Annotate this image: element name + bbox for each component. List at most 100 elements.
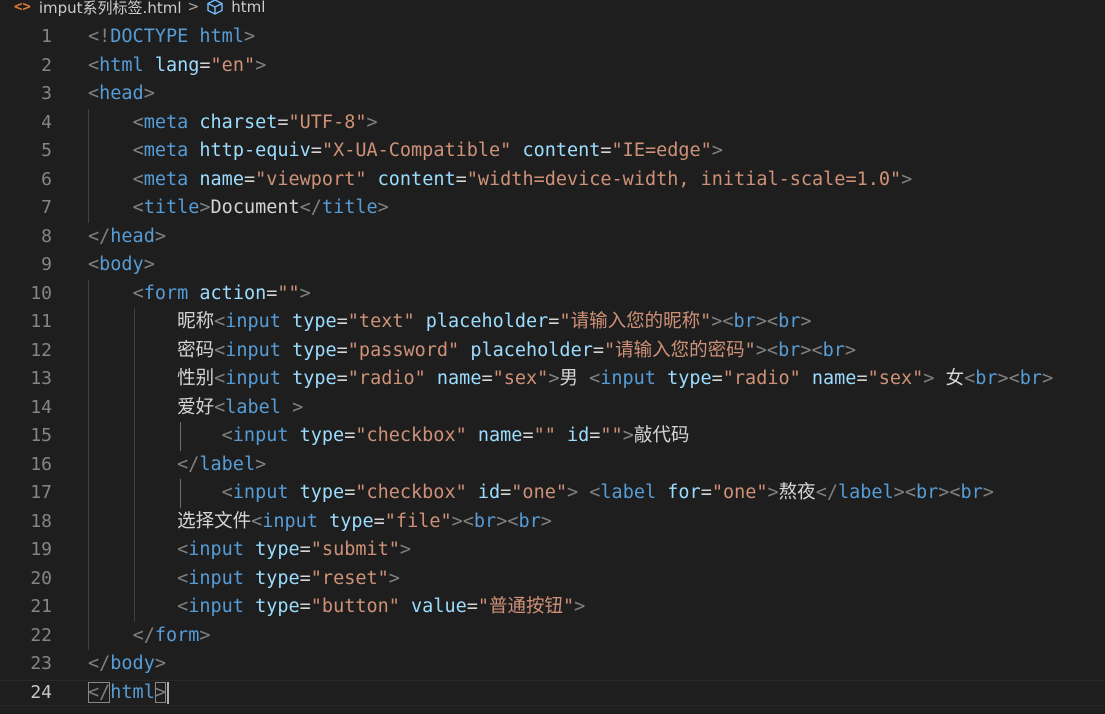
tag-bracket: < bbox=[177, 567, 189, 589]
tag-name: input bbox=[188, 539, 244, 560]
code-line[interactable]: </form> bbox=[88, 622, 1105, 651]
tag-name: label bbox=[837, 482, 894, 503]
code-line[interactable]: <input type="button" value="普通按钮"> bbox=[88, 593, 1105, 622]
tag-name: br bbox=[518, 510, 541, 532]
line-number: 14 bbox=[30, 396, 52, 418]
tag-name: input bbox=[225, 368, 281, 389]
code-line[interactable]: 密码<input type="password" placeholder="请输… bbox=[88, 337, 1105, 366]
code-line[interactable]: 选择文件<input type="file"><br><br> bbox=[88, 508, 1105, 537]
attribute-name: type bbox=[292, 339, 337, 361]
code-line[interactable]: <title>Document</title> bbox=[88, 194, 1105, 223]
attribute-name: action bbox=[199, 282, 267, 304]
code-line[interactable]: <input type="checkbox" id="one"> <label … bbox=[88, 479, 1105, 508]
code-line[interactable]: <input type="submit"> bbox=[88, 536, 1105, 565]
tag-bracket: > bbox=[567, 482, 579, 503]
code-line[interactable]: <body> bbox=[88, 251, 1105, 280]
code-text: 昵称 bbox=[88, 311, 215, 332]
code-text: 男 bbox=[559, 368, 590, 389]
code-line[interactable]: <input type="reset"> bbox=[88, 565, 1105, 594]
code-text: 熬夜 bbox=[778, 482, 816, 503]
tag-name: title bbox=[321, 197, 378, 218]
equals-sign: = bbox=[522, 425, 534, 446]
attribute-value: "radio" bbox=[722, 368, 801, 389]
attribute-name: type bbox=[255, 596, 300, 617]
tag-name: input bbox=[262, 510, 318, 532]
tag-bracket: > bbox=[243, 26, 256, 47]
code-text: Document bbox=[210, 197, 300, 218]
tag-bracket: </ bbox=[88, 653, 111, 674]
tag-bracket: < bbox=[221, 425, 233, 446]
code-area[interactable]: <!DOCTYPE html> <html lang="en"> <head> <m… bbox=[0, 23, 1105, 708]
code-line[interactable]: <!DOCTYPE html> bbox=[88, 23, 1105, 52]
code-line[interactable]: </label> bbox=[88, 451, 1105, 480]
tag-bracket: > bbox=[938, 482, 950, 503]
tag-bracket: </ bbox=[88, 225, 111, 247]
code-line[interactable]: <html lang="en"> bbox=[88, 52, 1105, 81]
tag-bracket: > bbox=[143, 83, 155, 104]
code-line[interactable]: <input type="checkbox" name="" id="">敲代码 bbox=[88, 422, 1105, 451]
tag-bracket: > bbox=[767, 482, 779, 503]
tag-bracket: < bbox=[88, 83, 100, 104]
equals-sign: = bbox=[455, 168, 467, 190]
code-line[interactable]: 性别<input type="radio" name="sex">男 <inpu… bbox=[88, 365, 1105, 394]
code-line[interactable]: 昵称<input type="text" placeholder="请输入您的昵… bbox=[88, 308, 1105, 337]
tag-bracket: < bbox=[221, 482, 233, 503]
attribute-value: "请输入您的昵称" bbox=[559, 311, 712, 332]
code-line[interactable]: <head> bbox=[88, 80, 1105, 109]
line-number: 4 bbox=[41, 111, 52, 133]
attribute-value: "en" bbox=[210, 54, 256, 76]
cube-symbol-icon bbox=[205, 0, 225, 15]
line-number: 12 bbox=[30, 339, 52, 361]
code-line[interactable]: <meta charset="UTF-8"> bbox=[88, 109, 1105, 138]
tag-name: br bbox=[975, 368, 998, 389]
attribute-value: "checkbox" bbox=[355, 425, 467, 446]
attribute-name: name bbox=[436, 368, 482, 389]
code-line[interactable]: </head> bbox=[88, 223, 1105, 252]
tag-bracket: > bbox=[154, 225, 166, 247]
tag-name: label bbox=[600, 482, 657, 503]
attribute-value: "sex" bbox=[492, 368, 549, 389]
line-number: 17 bbox=[30, 482, 52, 503]
code-line[interactable]: <form action=""> bbox=[88, 280, 1105, 309]
code-editor[interactable]: <> imput系列标签.html > html 1 2 3 4 5 6 7 8 9 10 11 12… bbox=[0, 0, 1105, 714]
attribute-name: type bbox=[292, 368, 337, 389]
attribute-value: "viewport" bbox=[255, 168, 367, 190]
code-text: 性别 bbox=[88, 368, 215, 389]
attribute-value: "file" bbox=[384, 510, 452, 532]
tag-name: input bbox=[600, 368, 656, 389]
code-line[interactable]: <meta name="viewport" content="width=dev… bbox=[88, 166, 1105, 195]
tag-bracket: < bbox=[132, 282, 144, 304]
code-text: 爱好 bbox=[88, 396, 215, 418]
breadcrumb-file[interactable]: imput系列标签.html bbox=[39, 0, 182, 18]
line-number: 6 bbox=[41, 168, 52, 190]
attribute-value: "IE=edge" bbox=[611, 140, 712, 161]
tag-bracket: < bbox=[132, 197, 144, 218]
code-line[interactable]: </html> bbox=[0, 679, 1105, 708]
line-number: 22 bbox=[30, 624, 52, 646]
tag-bracket: > bbox=[1042, 368, 1054, 389]
code-line[interactable]: 爱好<label > bbox=[88, 394, 1105, 423]
line-number: 18 bbox=[30, 510, 52, 532]
attribute-value: "X-UA-Compatible" bbox=[321, 140, 512, 161]
code-line[interactable]: </body> bbox=[88, 650, 1105, 679]
breadcrumb-symbol[interactable]: html bbox=[231, 0, 265, 16]
code-line[interactable]: <meta http-equiv="X-UA-Compatible" conte… bbox=[88, 137, 1105, 166]
tag-name: label bbox=[199, 453, 256, 475]
line-number: 13 bbox=[30, 368, 52, 389]
equals-sign: = bbox=[266, 282, 278, 304]
tag-bracket: < bbox=[251, 510, 263, 532]
text-cursor bbox=[166, 681, 169, 704]
